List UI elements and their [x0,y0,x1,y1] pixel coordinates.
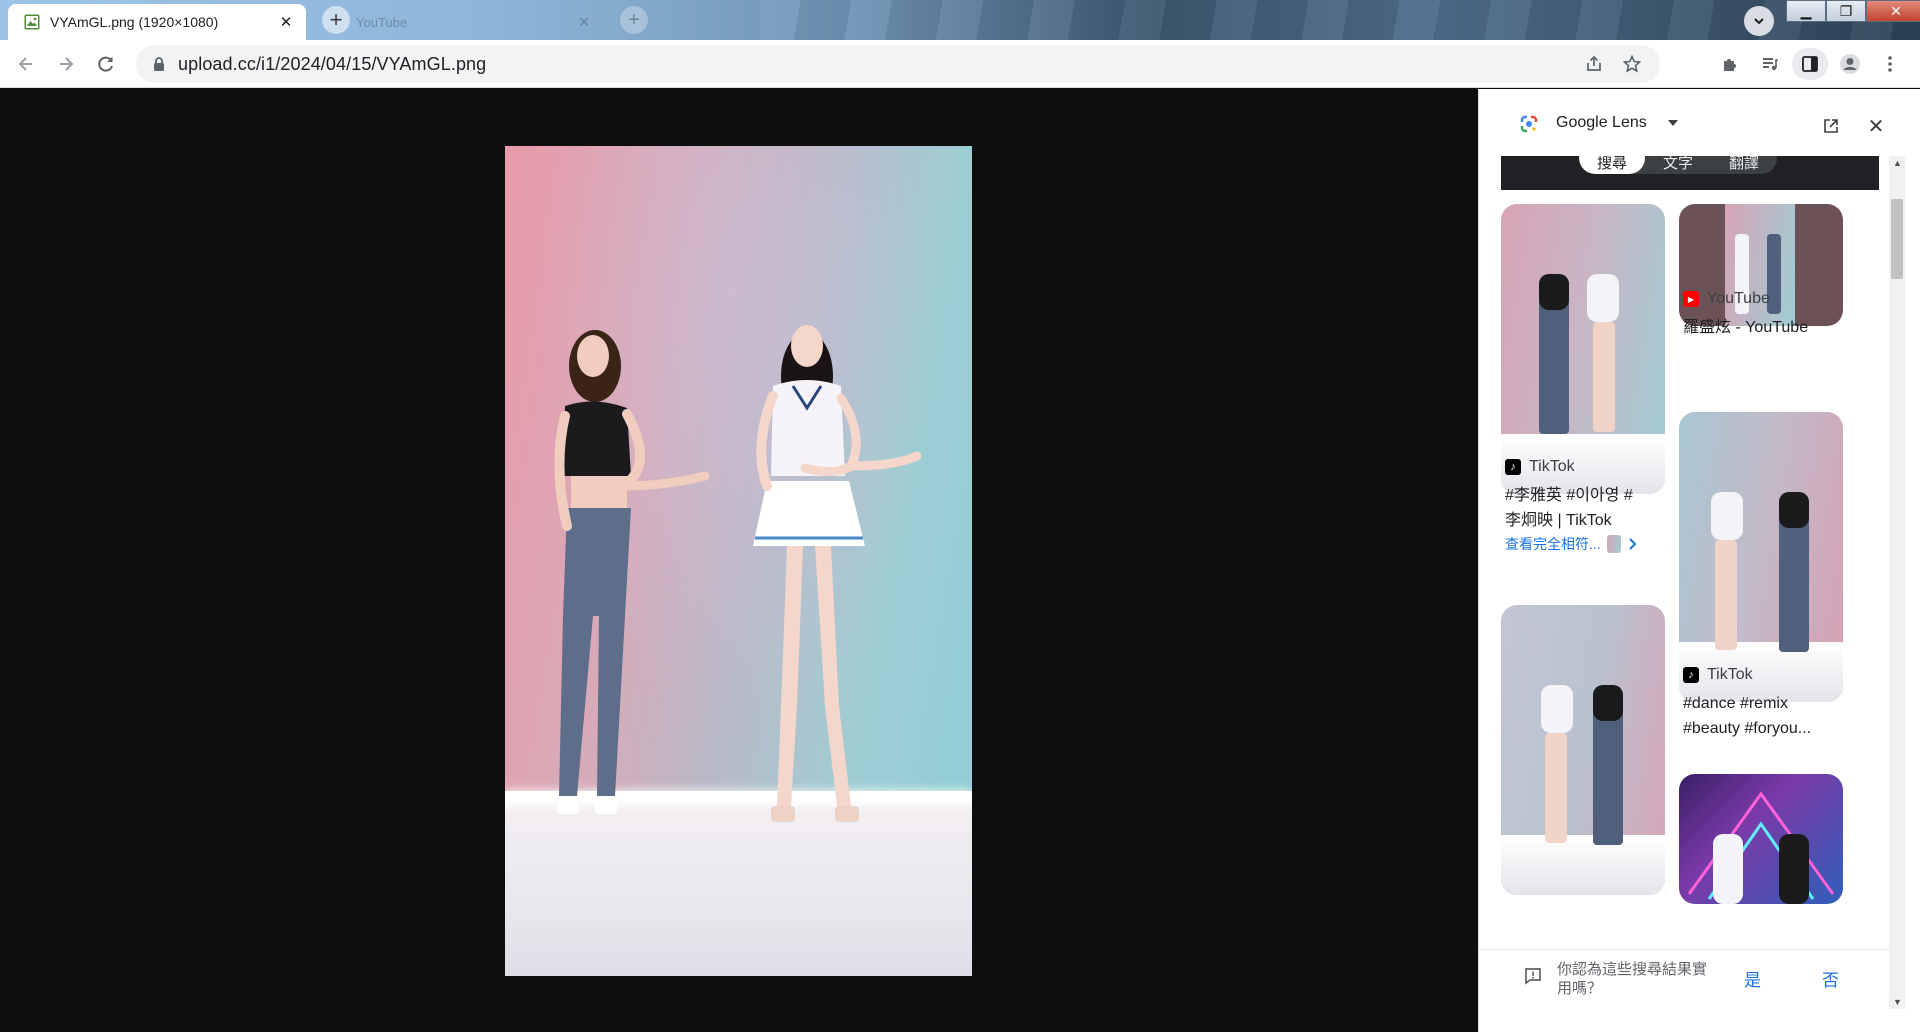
mode-text[interactable]: 文字 [1645,156,1711,174]
image-file-icon [24,14,40,30]
caret-down-icon [1668,120,1678,126]
image-viewer [0,89,1477,1032]
result-description-line: 羅盛炫 - YouTube [1683,319,1809,336]
tab-background[interactable]: YouTube ✕ [350,8,600,36]
scroll-down-arrow-icon[interactable]: ▼ [1893,997,1902,1007]
feedback-no-button[interactable]: 否 [1822,966,1839,991]
side-panel-button[interactable] [1792,48,1828,80]
result-description-line: #李雅英 #이아영 # [1505,487,1633,504]
mode-chips: 搜尋 文字 翻譯 [1579,156,1777,174]
tiktok-icon: ♪ [1505,459,1521,475]
share-button[interactable] [1576,48,1612,80]
tab-title: VYAmGL.png (1920×1080) [50,14,219,30]
star-icon [1623,55,1641,73]
google-lens-icon [1520,115,1538,133]
result-source-label: YouTube [1707,290,1770,307]
new-tab-button[interactable]: + [322,6,350,34]
result-source-label: TikTok [1529,458,1575,475]
result-description-line: 李炯映 | TikTok [1505,512,1612,529]
open-in-new-tab-button[interactable] [1818,113,1844,139]
back-button[interactable] [6,44,46,84]
avatar-icon [1840,54,1860,74]
window-close-button[interactable]: ✕ [1866,0,1920,22]
feedback-icon [1525,968,1541,985]
menu-button[interactable] [1872,48,1908,80]
lens-scrollbar[interactable]: ▲ ▼ [1889,156,1905,1009]
dancers-illustration [554,325,922,822]
address-bar[interactable]: upload.cc/i1/2024/04/15/VYAmGL.png [136,45,1660,83]
media-control-button[interactable] [1752,48,1788,80]
thumbnail-icon [1606,535,1621,553]
arrow-right-icon [60,56,74,71]
result-thumbnail[interactable] [1679,412,1843,702]
tab-active[interactable]: VYAmGL.png (1920×1080) ✕ [8,4,306,40]
mode-bar: 搜尋 文字 翻譯 [1501,156,1879,190]
result-description[interactable]: 羅盛炫 - YouTube [1683,315,1847,340]
result-source-label: TikTok [1707,666,1753,683]
tab-close-icon[interactable]: ✕ [276,12,296,32]
restore-button[interactable]: ❐ [1826,0,1866,22]
reload-button[interactable] [86,44,126,84]
arrow-left-icon [18,56,32,71]
playlist-icon [1763,58,1778,71]
tab-background-title: YouTube [356,14,408,30]
result-thumbnail[interactable] [1679,774,1843,904]
feedback-question: 你認為這些搜尋結果實用嗎？ [1557,961,1708,997]
tiktok-icon: ♪ [1683,667,1699,683]
chevron-right-icon [1628,538,1637,550]
forward-button[interactable] [46,44,86,84]
result-source[interactable]: ♪ TikTok [1683,666,1753,684]
lens-title: Google Lens [1556,114,1647,131]
result-thumbnail[interactable] [1501,605,1665,895]
google-lens-panel: Google Lens ✕ 搜尋 文字 翻譯 ♪ TikTok #李雅英 #이아… [1478,89,1920,1032]
bookmark-button[interactable] [1614,48,1650,80]
tab-search-button[interactable] [1744,6,1774,36]
extensions-button[interactable] [1712,48,1748,80]
neon-lights-graphic [1687,791,1835,900]
minimize-button[interactable]: ▁ [1786,0,1826,22]
lens-results-area: 搜尋 文字 翻譯 ♪ TikTok #李雅英 #이아영 # 李炯映 | TikT… [1501,156,1889,1028]
result-source[interactable]: ▶ YouTube [1683,290,1770,308]
result-description[interactable]: #dance #remix #beauty #foryou... [1683,691,1847,741]
chevron-down-icon [1754,18,1764,25]
scroll-up-arrow-icon[interactable]: ▲ [1893,158,1902,168]
scroll-thumb[interactable] [1891,199,1903,279]
displayed-image[interactable] [505,146,972,976]
tab-background-close-icon[interactable]: ✕ [578,14,590,31]
mode-translate[interactable]: 翻譯 [1711,156,1777,174]
reload-icon [98,56,113,72]
lock-icon[interactable] [152,56,166,72]
profile-button[interactable] [1832,48,1868,80]
new-tab-ghost-button[interactable]: + [620,6,648,34]
url-text[interactable]: upload.cc/i1/2024/04/15/VYAmGL.png [178,54,486,75]
youtube-icon: ▶ [1683,291,1699,307]
see-exact-matches-label: 查看完全相符... [1505,536,1601,552]
result-description[interactable]: #李雅英 #이아영 # 李炯映 | TikTok [1505,483,1669,533]
browser-toolbar: upload.cc/i1/2024/04/15/VYAmGL.png [0,40,1920,88]
result-description-line: #dance #remix [1683,695,1788,712]
feedback-bar: 你認為這些搜尋結果實用嗎？ 是 否 [1479,949,1889,1001]
lens-dropdown-button[interactable] [1663,113,1683,133]
puzzle-icon [1724,59,1736,71]
result-source[interactable]: ♪ TikTok [1505,458,1575,476]
result-thumbnail[interactable] [1501,204,1665,494]
share-icon [1587,55,1601,71]
tab-strip: VYAmGL.png (1920×1080) ✕ + YouTube ✕ + ▁… [0,0,1920,40]
more-vert-icon [1888,56,1892,72]
result-description-line: #beauty #foryou... [1683,720,1812,737]
lens-close-icon[interactable]: ✕ [1863,113,1889,139]
feedback-yes-button[interactable]: 是 [1744,966,1761,991]
see-exact-matches-link[interactable]: 查看完全相符... [1505,534,1637,554]
open-in-new-icon [1824,119,1838,133]
lens-header: Google Lens ✕ [1479,103,1920,143]
window-controls: ▁ ❐ ✕ [1786,0,1920,22]
side-panel-icon [1802,56,1818,72]
mode-search[interactable]: 搜尋 [1579,156,1645,174]
